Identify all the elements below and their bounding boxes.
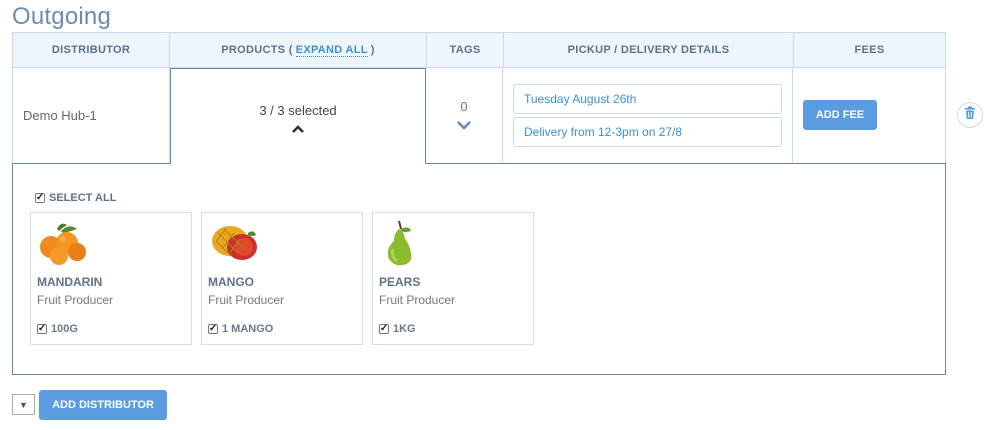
products-cell[interactable]: 3 / 3 selected bbox=[170, 68, 426, 164]
caret-down-icon: ▼ bbox=[19, 399, 28, 410]
add-fee-button[interactable]: ADD FEE bbox=[803, 100, 877, 130]
product-name: MANGO bbox=[208, 275, 254, 289]
mandarin-image bbox=[37, 219, 87, 267]
product-unit[interactable]: ✓ 1KG bbox=[379, 323, 416, 335]
variant-checkbox[interactable]: ✓ bbox=[37, 324, 47, 334]
header-products-label: PRODUCTS ( bbox=[221, 44, 293, 56]
product-card: MANDARIN Fruit Producer ✓ 100G bbox=[30, 212, 192, 345]
header-products: PRODUCTS ( EXPAND ALL ) bbox=[169, 32, 427, 68]
product-name: PEARS bbox=[379, 275, 421, 289]
select-all-checkbox[interactable]: ✓ bbox=[35, 193, 45, 203]
pear-image bbox=[379, 219, 429, 267]
page-title: Outgoing bbox=[12, 3, 112, 30]
fees-cell: ADD FEE bbox=[793, 68, 946, 164]
products-selected-count: 3 / 3 selected bbox=[259, 102, 337, 118]
tags-count: 0 bbox=[460, 98, 468, 114]
products-panel: ✓ SELECT ALL MANDARIN Fruit Producer ✓ 1… bbox=[12, 163, 946, 375]
header-tags: TAGS bbox=[426, 32, 504, 68]
expand-all-link[interactable]: EXPAND ALL bbox=[295, 44, 368, 57]
pickup-instructions-input[interactable]: Delivery from 12-3pm on 27/8 bbox=[513, 117, 782, 147]
pickup-time-input[interactable]: Tuesday August 26th bbox=[513, 84, 782, 114]
product-producer: Fruit Producer bbox=[379, 293, 456, 307]
select-all-label: SELECT ALL bbox=[49, 192, 117, 204]
product-unit[interactable]: ✓ 1 MANGO bbox=[208, 323, 273, 335]
distributor-select[interactable]: ▼ bbox=[12, 394, 35, 415]
chevron-down-icon[interactable] bbox=[456, 118, 472, 133]
mango-image bbox=[208, 219, 258, 267]
tags-cell[interactable]: 0 bbox=[426, 68, 503, 164]
outgoing-table: DISTRIBUTOR PRODUCTS ( EXPAND ALL ) TAGS… bbox=[12, 32, 946, 375]
pickup-cell: Tuesday August 26th Delivery from 12-3pm… bbox=[503, 68, 793, 164]
variant-checkbox[interactable]: ✓ bbox=[379, 324, 389, 334]
product-unit-label: 100G bbox=[51, 323, 78, 335]
delete-row-button[interactable] bbox=[957, 102, 983, 128]
distributor-name: Demo Hub-1 bbox=[23, 108, 97, 123]
header-distributor: DISTRIBUTOR bbox=[12, 32, 170, 68]
product-unit-label: 1KG bbox=[393, 323, 416, 335]
distributor-cell: Demo Hub-1 bbox=[12, 68, 170, 164]
product-unit-label: 1 MANGO bbox=[222, 323, 274, 335]
product-card: PEARS Fruit Producer ✓ 1KG bbox=[372, 212, 534, 345]
header-pickup: PICKUP / DELIVERY DETAILS bbox=[503, 32, 794, 68]
variant-checkbox[interactable]: ✓ bbox=[208, 324, 218, 334]
chevron-up-icon[interactable] bbox=[291, 122, 305, 137]
trash-icon bbox=[964, 106, 976, 125]
product-unit[interactable]: ✓ 100G bbox=[37, 323, 78, 335]
select-all[interactable]: ✓ SELECT ALL bbox=[35, 192, 116, 204]
product-producer: Fruit Producer bbox=[208, 293, 285, 307]
add-distributor-button[interactable]: ADD DISTRIBUTOR bbox=[39, 390, 167, 420]
header-products-suffix: ) bbox=[370, 44, 375, 56]
product-card: MANGO Fruit Producer ✓ 1 MANGO bbox=[201, 212, 363, 345]
header-fees: FEES bbox=[793, 32, 946, 68]
product-producer: Fruit Producer bbox=[37, 293, 114, 307]
product-name: MANDARIN bbox=[37, 275, 103, 289]
